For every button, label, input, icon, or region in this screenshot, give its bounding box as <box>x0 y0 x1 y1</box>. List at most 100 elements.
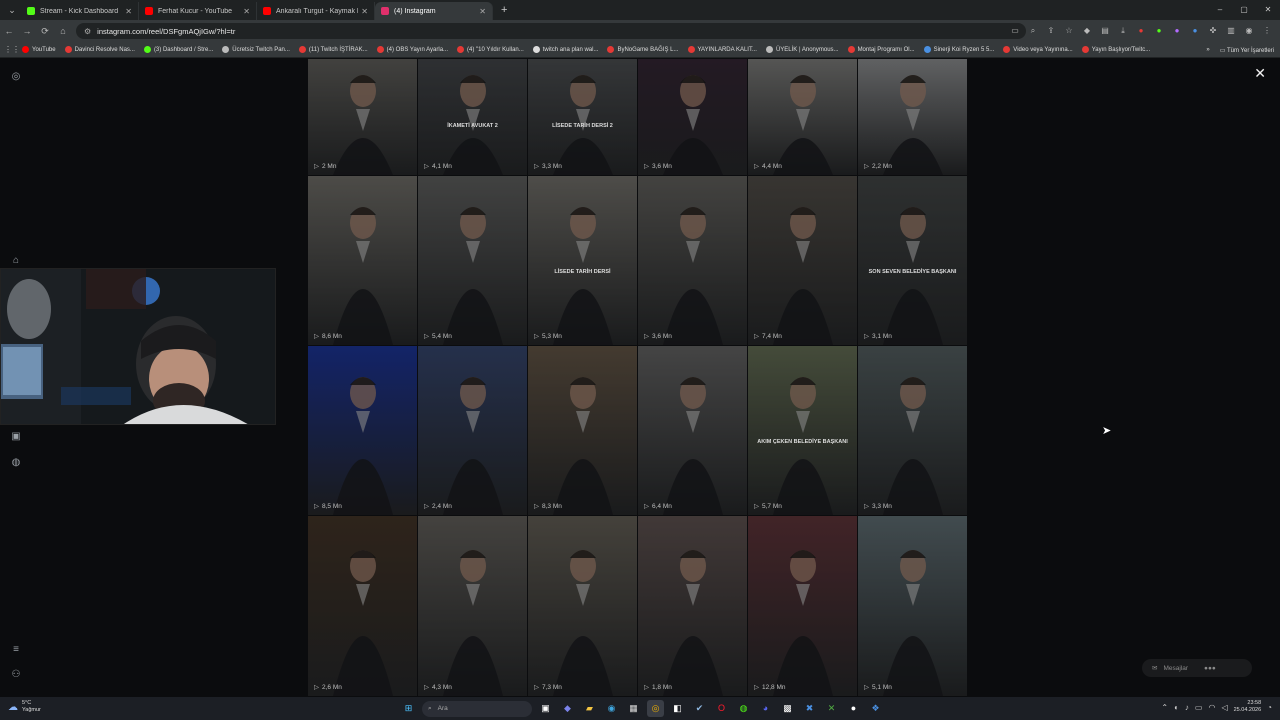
teams-icon[interactable]: ◆ <box>559 700 576 717</box>
bookmark-item[interactable]: Davinci Resolve Nas... <box>64 46 135 53</box>
taskbar-search[interactable]: ⌕ Ara <box>422 700 532 717</box>
bookmark-item[interactable]: Video veya Yayınına... <box>1003 46 1073 53</box>
reel-thumbnail[interactable]: ▷ 2 Mn <box>308 59 417 175</box>
bookmark-item[interactable]: Ücretsiz Twitch Pan... <box>222 46 290 53</box>
extension-icon-1[interactable]: ◆ <box>1080 23 1094 39</box>
opera-icon[interactable]: O <box>713 700 730 717</box>
star-icon[interactable]: ☆ <box>1062 23 1076 39</box>
reel-thumbnail[interactable]: ▷ 8,3 Mn <box>528 346 637 515</box>
file-explorer-icon[interactable]: ▰ <box>581 700 598 717</box>
chrome-icon[interactable]: ◎ <box>647 700 664 717</box>
tab-close-icon[interactable]: ✕ <box>361 7 368 16</box>
start-icon[interactable]: ⊞ <box>400 700 417 717</box>
capcut-icon[interactable]: ◧ <box>669 700 686 717</box>
reel-thumbnail[interactable]: İKAMETİ AVUKAT 2 ▷ 4,1 Mn <box>418 59 527 175</box>
side-panel-icon[interactable]: ▥ <box>1224 23 1238 39</box>
tab-close-icon[interactable]: ✕ <box>125 7 132 16</box>
reel-thumbnail[interactable]: ▷ 4,4 Mn <box>748 59 857 175</box>
tab-close-icon[interactable]: ✕ <box>479 7 486 16</box>
store-icon[interactable]: ▦ <box>625 700 642 717</box>
reel-thumbnail[interactable]: ▷ 2,4 Mn <box>418 346 527 515</box>
bookmark-item[interactable]: Yayın Başlıyor/Twitc... <box>1081 46 1150 53</box>
weather-widget[interactable]: ☁ 5°C Yağmur <box>8 700 41 714</box>
reel-thumbnail[interactable]: ▷ 3,6 Mn <box>638 59 747 175</box>
reel-thumbnail[interactable]: ▷ 3,6 Mn <box>638 176 747 345</box>
reel-thumbnail[interactable]: ▷ 8,5 Mn <box>308 346 417 515</box>
reel-thumbnail[interactable]: ▷ 4,3 Mn <box>418 516 527 696</box>
extension-icon-4[interactable]: ● <box>1152 23 1166 39</box>
chrome-menu-icon[interactable]: ⋮ <box>1260 23 1274 39</box>
download-icon[interactable]: ⤓ <box>1116 23 1130 39</box>
bookmark-item[interactable]: ÜYELİK | Anonymous... <box>765 46 839 53</box>
task-view-icon[interactable]: ▣ <box>537 700 554 717</box>
tray-app-icon[interactable]: ◐ <box>1174 703 1179 712</box>
volume-icon[interactable]: ◁ <box>1221 703 1227 712</box>
reel-thumbnail[interactable]: ▷ 7,3 Mn <box>528 516 637 696</box>
reload-icon[interactable]: ⟳ <box>36 26 54 37</box>
extension-icon-6[interactable]: ● <box>1188 23 1202 39</box>
profile-avatar-icon[interactable]: ◉ <box>1242 23 1256 39</box>
network-icon[interactable]: ▭ <box>1195 703 1203 712</box>
close-icon[interactable]: ✕ <box>1254 65 1266 82</box>
bookmark-item[interactable]: (11) Twitch İŞTİRAK... <box>298 46 368 53</box>
apps-grid-icon[interactable]: ⋮⋮ <box>4 45 20 54</box>
notifications-icon[interactable]: ◔ <box>1267 703 1272 712</box>
more-menu-icon[interactable]: ≡ <box>10 644 22 656</box>
install-icon[interactable]: ▭ <box>1008 23 1022 39</box>
tray-expand-icon[interactable]: ⌃ <box>1161 703 1168 712</box>
address-bar[interactable]: ⚙ instagram.com/reel/DSFgmAQjIGw/?hl=tr <box>76 23 1026 39</box>
extension-icon-2[interactable]: ▤ <box>1098 23 1112 39</box>
maximize-button[interactable]: ▢ <box>1232 0 1256 20</box>
reel-thumbnail[interactable]: SON SEVEN BELEDİYE BAŞKANI ▷ 3,1 Mn <box>858 176 967 345</box>
clock[interactable]: 23:58 25.04.2026 <box>1234 700 1262 714</box>
tab-search-icon[interactable]: ⌄ <box>3 2 21 18</box>
reel-thumbnail[interactable]: ▷ 12,8 Mn <box>748 516 857 696</box>
bookmark-item[interactable]: (3) Dashboard / Stre... <box>143 46 213 53</box>
share-icon[interactable]: ⇪ <box>1044 23 1058 39</box>
messages-button[interactable]: ✉ Mesajlar ●●● <box>1142 659 1252 677</box>
forward-icon[interactable]: → <box>18 26 36 36</box>
extensions-puzzle-icon[interactable]: ✜ <box>1206 23 1220 39</box>
bookmark-item[interactable]: (4) OBS Yayın Ayarla... <box>376 46 448 53</box>
extension-icon-5[interactable]: ● <box>1170 23 1184 39</box>
browser-tab[interactable]: (4) Instagram ✕ <box>375 2 493 20</box>
new-tab-button[interactable]: + <box>501 4 507 16</box>
steam-icon[interactable]: ✔ <box>691 700 708 717</box>
reel-thumbnail[interactable]: AKIM ÇEKEN BELEDİYE BAŞKANI ▷ 5,7 Mn <box>748 346 857 515</box>
all-bookmarks-folder[interactable]: ▭ Tüm Yer İşaretleri <box>1220 47 1274 54</box>
bookmark-item[interactable]: ByNoGame BAĞIŞ L... <box>607 46 679 53</box>
extension-icon-3[interactable]: ● <box>1134 23 1148 39</box>
reel-thumbnail[interactable]: ▷ 8,6 Mn <box>308 176 417 345</box>
site-info-icon[interactable]: ⚙ <box>84 27 91 36</box>
reel-thumbnail[interactable]: LİSEDE TARİH DERSİ 2 ▷ 3,3 Mn <box>528 59 637 175</box>
reels-nav-icon[interactable]: ▣ <box>10 431 22 443</box>
reel-thumbnail[interactable]: ▷ 5,1 Mn <box>858 516 967 696</box>
app-icon-3[interactable]: ✖ <box>801 700 818 717</box>
explore-nav-icon[interactable]: ◍ <box>10 457 22 469</box>
reel-thumbnail[interactable]: ▷ 5,4 Mn <box>418 176 527 345</box>
home-icon[interactable]: ⌂ <box>54 26 72 36</box>
tab-close-icon[interactable]: ✕ <box>243 7 250 16</box>
app-icon-2[interactable]: ▩ <box>779 700 796 717</box>
reel-thumbnail[interactable]: ▷ 2,6 Mn <box>308 516 417 696</box>
bookmarks-overflow[interactable]: » <box>1206 47 1209 53</box>
app-icon-1[interactable]: ◍ <box>735 700 752 717</box>
zoom-icon[interactable]: ⌕ <box>1026 23 1040 39</box>
microphone-icon[interactable]: ♪ <box>1185 703 1189 712</box>
back-icon[interactable]: ← <box>0 26 18 36</box>
reel-thumbnail[interactable]: ▷ 7,4 Mn <box>748 176 857 345</box>
app-icon-4[interactable]: ❖ <box>867 700 884 717</box>
home-nav-icon[interactable]: ⌂ <box>10 255 22 267</box>
close-window-button[interactable]: ✕ <box>1256 0 1280 20</box>
reel-thumbnail[interactable]: ▷ 2,2 Mn <box>858 59 967 175</box>
edge-icon[interactable]: ◉ <box>603 700 620 717</box>
discord-icon[interactable]: ◕ <box>757 700 774 717</box>
wifi-icon[interactable]: ◠ <box>1208 703 1215 712</box>
obs-icon[interactable]: ● <box>845 700 862 717</box>
browser-tab[interactable]: Ferhat Kucur - YouTube ✕ <box>139 2 257 20</box>
browser-tab[interactable]: Stream - Kick Dashboard ✕ <box>21 2 139 20</box>
reel-thumbnail[interactable]: LİSEDE TARİH DERSİ ▷ 5,3 Mn <box>528 176 637 345</box>
bookmark-item[interactable]: YAYINLARDA KALIT... <box>687 46 757 53</box>
xbox-icon[interactable]: ✕ <box>823 700 840 717</box>
bookmark-item[interactable]: Montaj Programı Ol... <box>847 46 915 53</box>
